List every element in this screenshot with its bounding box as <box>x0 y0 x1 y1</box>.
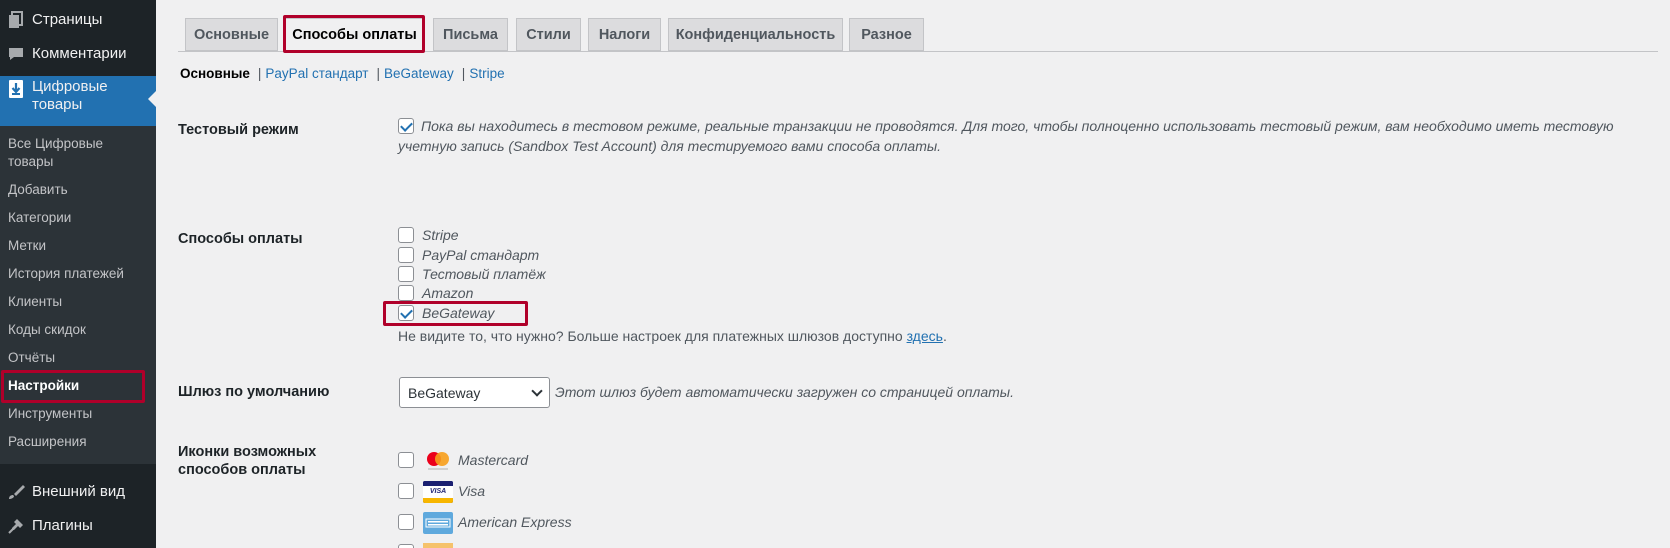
submenu-extensions[interactable]: Расширения <box>8 433 148 451</box>
visa-icon: VISA <box>423 481 453 503</box>
visa-icon-text: VISA <box>423 486 453 498</box>
icon-amex-checkbox[interactable] <box>398 514 414 530</box>
gateway-paypal-label: PayPal стандарт <box>422 247 540 263</box>
highlight-settings <box>1 370 145 403</box>
gateways-note-text: Не видите то, что нужно? Больше настроек… <box>398 328 907 344</box>
menu-item-pages[interactable]: Страницы <box>0 8 156 32</box>
tab-misc[interactable]: Разное <box>849 18 924 51</box>
submenu-tools[interactable]: Инструменты <box>8 405 148 423</box>
amex-icon <box>423 512 453 534</box>
default-gateway-value: BeGateway <box>408 384 481 401</box>
admin-sidebar: Страницы Комментарии Цифровые товары Все… <box>0 0 156 548</box>
tab-styles[interactable]: Стили <box>516 18 581 51</box>
test-mode-desc-line2: учетную запись (Sandbox Test Account) дл… <box>398 138 942 154</box>
submenu-reports[interactable]: Отчёты <box>8 349 148 367</box>
card-icon <box>423 543 453 548</box>
menu-item-comments[interactable]: Комментарии <box>0 42 156 66</box>
tab-taxes[interactable]: Налоги <box>588 18 661 51</box>
subnav-link-begateway[interactable]: BeGateway <box>384 66 454 81</box>
submenu-customers[interactable]: Клиенты <box>8 293 148 311</box>
download-icon <box>0 78 32 98</box>
submenu-digital-goods: Все Цифровые товары Добавить Категории М… <box>0 126 156 464</box>
default-gateway-desc: Этот шлюз будет автоматически загружен с… <box>555 384 1014 400</box>
gateways-note: Не видите то, что нужно? Больше настроек… <box>398 328 947 344</box>
plugin-icon <box>0 518 32 534</box>
icon-amex-label: American Express <box>458 514 572 530</box>
tab-privacy[interactable]: Конфиденциальность <box>668 18 843 51</box>
gateway-amazon-label: Amazon <box>422 285 474 301</box>
tab-general[interactable]: Основные <box>185 18 278 51</box>
section-subnav: Основные | PayPal стандарт | BeGateway |… <box>180 66 505 81</box>
test-mode-checkbox[interactable] <box>398 118 414 134</box>
menu-label-digital-goods: Цифровые товары <box>32 78 108 113</box>
paintbrush-icon <box>0 484 32 500</box>
submenu-payment-history[interactable]: История платежей <box>8 265 148 283</box>
icon-mastercard-checkbox[interactable] <box>398 452 414 468</box>
subnav-link-paypal[interactable]: PayPal стандарт <box>265 66 368 81</box>
menu-item-digital-goods[interactable]: Цифровые товары <box>0 76 156 126</box>
subnav-current: Основные <box>180 66 250 81</box>
gateway-test-label: Тестовый платёж <box>422 266 546 282</box>
submenu-tags[interactable]: Метки <box>8 237 148 255</box>
gateways-note-end: . <box>942 328 947 344</box>
tab-emails[interactable]: Письма <box>433 18 508 51</box>
submenu-add-new[interactable]: Добавить <box>8 181 148 199</box>
menu-label-comments: Комментарии <box>32 45 127 62</box>
icon-next-checkbox[interactable] <box>398 544 414 548</box>
menu-label-plugins: Плагины <box>32 517 93 534</box>
subnav-link-stripe[interactable]: Stripe <box>469 66 504 81</box>
gateways-note-link[interactable]: здесь <box>907 328 943 344</box>
gateway-paypal-checkbox[interactable] <box>398 247 414 263</box>
submenu-all-items[interactable]: Все Цифровые товары <box>8 135 128 171</box>
test-mode-desc-line1: Пока вы находитесь в тестовом режиме, ре… <box>421 118 1614 134</box>
payment-icons-label-line1: Иконки возможных <box>178 444 317 460</box>
highlight-begateway <box>383 301 528 326</box>
subnav-separator: | <box>376 66 380 81</box>
subnav-separator: | <box>461 66 466 81</box>
menu-label-pages: Страницы <box>32 11 103 28</box>
menu-item-appearance[interactable]: Внешний вид <box>0 480 156 504</box>
submenu-categories[interactable]: Категории <box>8 209 148 227</box>
mastercard-icon <box>423 450 453 472</box>
gateway-test-checkbox[interactable] <box>398 266 414 282</box>
payment-icons-label-line2: способов оплаты <box>178 462 306 478</box>
gateways-label: Способы оплаты <box>178 231 303 247</box>
gateway-stripe-label: Stripe <box>422 227 459 243</box>
gateway-amazon-checkbox[interactable] <box>398 285 414 301</box>
gateway-stripe-checkbox[interactable] <box>398 227 414 243</box>
icon-visa-label: Visa <box>458 483 485 499</box>
icon-visa-checkbox[interactable] <box>398 483 414 499</box>
default-gateway-label: Шлюз по умолчанию <box>178 384 330 400</box>
menu-item-plugins[interactable]: Плагины <box>0 514 156 538</box>
default-gateway-select[interactable]: BeGateway <box>399 377 550 408</box>
pages-icon <box>0 11 32 29</box>
icon-mastercard-label: Mastercard <box>458 452 529 468</box>
chevron-down-icon <box>531 385 543 397</box>
test-mode-label: Тестовый режим <box>178 122 299 138</box>
submenu-discount-codes[interactable]: Коды скидок <box>8 321 148 339</box>
highlight-payment-tab <box>283 15 425 53</box>
subnav-separator: | <box>257 66 262 81</box>
menu-label-appearance: Внешний вид <box>32 483 125 500</box>
comment-icon <box>0 46 32 62</box>
